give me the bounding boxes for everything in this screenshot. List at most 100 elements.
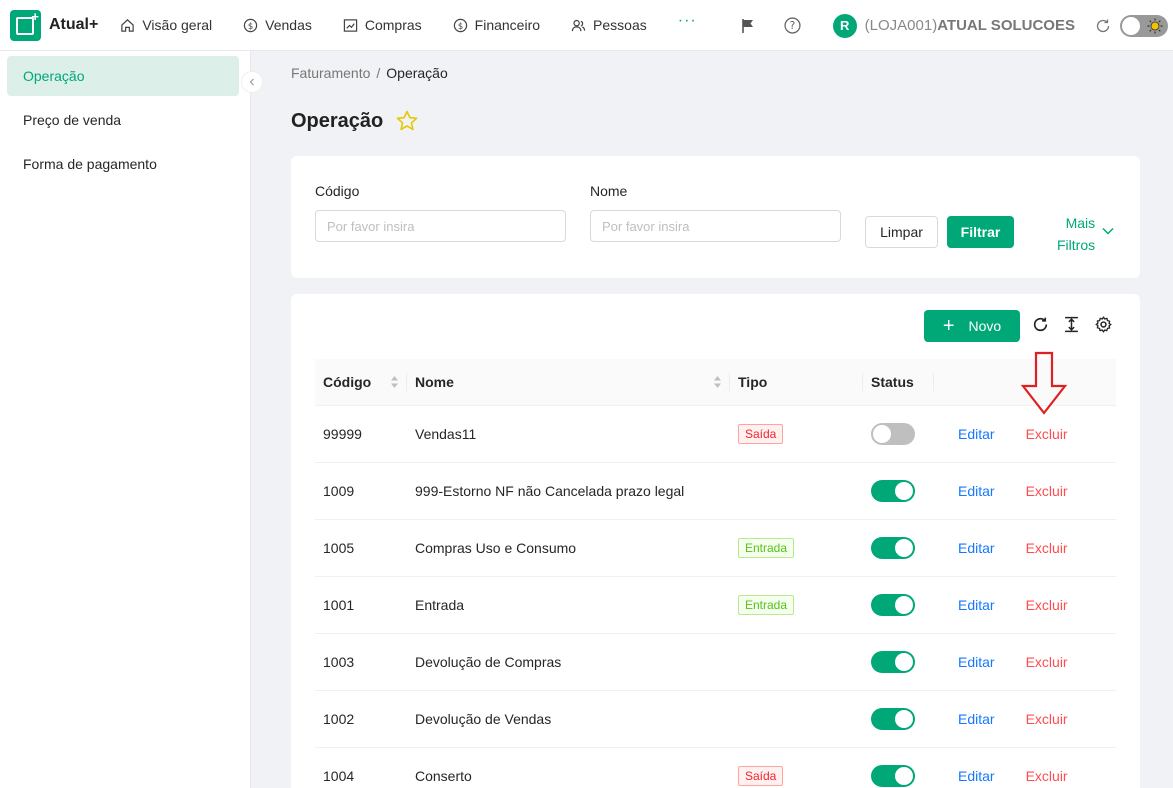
cell-nome: 999-Estorno NF não Cancelada prazo legal	[407, 462, 730, 520]
edit-link[interactable]: Editar	[958, 426, 995, 442]
column-height-icon[interactable]	[1063, 316, 1080, 333]
edit-link[interactable]: Editar	[958, 768, 995, 784]
cell-status	[863, 633, 934, 691]
store-name[interactable]: (LOJA001)ATUAL SOLUCOES	[865, 17, 1075, 34]
status-toggle[interactable]	[871, 536, 915, 559]
table-row: 1005 Compras Uso e Consumo Entrada Editar Ex…	[315, 519, 1116, 577]
filter-button[interactable]: Filtrar	[947, 216, 1014, 248]
plus-icon: +	[942, 315, 955, 337]
sidebar-item-preco-de-venda[interactable]: Preço de venda	[7, 100, 239, 140]
nome-input[interactable]	[590, 210, 841, 242]
cell-actions: Editar Excluir	[934, 576, 1116, 634]
type-tag: Entrada	[738, 537, 795, 558]
table-row: 1004 Conserto Saída Editar Excluir	[315, 747, 1116, 788]
delete-link[interactable]: Excluir	[1026, 540, 1068, 556]
column-header-tipo: Tipo	[730, 359, 863, 406]
sort-icon[interactable]	[390, 374, 399, 390]
status-toggle[interactable]	[871, 479, 915, 502]
svg-text:?: ?	[789, 19, 795, 32]
nav-item-visao-geral[interactable]: Visão geral	[120, 17, 212, 33]
column-header-nome[interactable]: Nome	[407, 359, 730, 406]
sidebar-item-operacao[interactable]: Operação	[7, 56, 239, 96]
cell-codigo: 1005	[315, 519, 407, 577]
cell-tipo	[730, 633, 863, 691]
sidebar-collapse-button[interactable]	[241, 71, 263, 93]
svg-text:$: $	[248, 20, 253, 30]
edit-link[interactable]: Editar	[958, 654, 995, 670]
clear-button[interactable]: Limpar	[865, 216, 938, 248]
refresh-icon[interactable]	[1032, 316, 1049, 333]
status-toggle[interactable]	[871, 707, 915, 730]
cell-status	[863, 462, 934, 520]
cell-nome: Devolução de Vendas	[407, 690, 730, 748]
table-header-row: Código Nome Tipo Status	[315, 359, 1116, 406]
cell-tipo: Entrada	[730, 519, 863, 577]
cell-status	[863, 690, 934, 748]
delete-link[interactable]: Excluir	[1026, 483, 1068, 499]
sidebar-item-forma-de-pagamento[interactable]: Forma de pagamento	[7, 144, 239, 184]
flag-icon[interactable]	[740, 18, 756, 34]
cell-status	[863, 519, 934, 577]
nav-item-financeiro[interactable]: $ Financeiro	[453, 17, 540, 33]
nav-item-vendas[interactable]: $ Vendas	[243, 17, 312, 33]
nav-item-pessoas[interactable]: Pessoas	[571, 17, 647, 33]
edit-link[interactable]: Editar	[958, 483, 995, 499]
cell-actions: Editar Excluir	[934, 747, 1116, 788]
users-icon	[571, 19, 586, 31]
table-row: 1001 Entrada Entrada Editar Excluir	[315, 576, 1116, 634]
avatar[interactable]: R	[832, 13, 857, 38]
cell-codigo: 1002	[315, 690, 407, 748]
breadcrumb: Faturamento / Operação	[291, 65, 448, 81]
add-new-button[interactable]: + Novo	[924, 310, 1020, 342]
column-header-codigo[interactable]: Código	[315, 359, 407, 406]
cell-codigo: 99999	[315, 405, 407, 463]
cell-status	[863, 576, 934, 634]
breadcrumb-current: Operação	[386, 65, 448, 81]
app-name: Atual+	[49, 16, 99, 33]
codigo-label: Código	[315, 183, 360, 199]
edit-link[interactable]: Editar	[958, 711, 995, 727]
cell-codigo: 1003	[315, 633, 407, 691]
type-tag: Saída	[738, 423, 784, 444]
status-toggle[interactable]	[871, 764, 915, 787]
cell-nome: Entrada	[407, 576, 730, 634]
more-filters-button[interactable]: Mais Filtros	[1057, 212, 1095, 256]
dollar-circle-icon: $	[453, 18, 467, 32]
cell-nome: Devolução de Compras	[407, 633, 730, 691]
nav-item-compras[interactable]: Compras	[343, 17, 422, 33]
delete-link[interactable]: Excluir	[1026, 426, 1068, 442]
star-icon[interactable]	[395, 109, 419, 133]
nav-more-button[interactable]: ···	[678, 12, 697, 30]
home-icon	[121, 18, 135, 32]
cell-status	[863, 405, 934, 463]
cell-status	[863, 747, 934, 788]
chart-line-icon	[343, 18, 358, 32]
breadcrumb-parent[interactable]: Faturamento	[291, 65, 370, 81]
sidebar: Operação Preço de venda Forma de pagamen…	[0, 51, 251, 788]
help-icon[interactable]: ?	[784, 17, 801, 34]
operations-table: Código Nome Tipo Status 99999 Vendas11 Saí…	[315, 359, 1116, 788]
status-toggle[interactable]	[871, 422, 915, 445]
sort-icon[interactable]	[713, 374, 722, 390]
table-panel: + Novo Código Nome Tipo Status 99999 Vend…	[291, 294, 1140, 788]
cell-nome: Vendas11	[407, 405, 730, 463]
chevron-down-icon[interactable]	[1101, 224, 1115, 238]
dollar-circle-icon: $	[243, 18, 258, 32]
status-toggle[interactable]	[871, 650, 915, 673]
delete-link[interactable]: Excluir	[1026, 768, 1068, 784]
delete-link[interactable]: Excluir	[1026, 654, 1068, 670]
cell-codigo: 1001	[315, 576, 407, 634]
refresh-icon[interactable]	[1095, 18, 1111, 34]
delete-link[interactable]: Excluir	[1026, 711, 1068, 727]
theme-toggle[interactable]	[1120, 14, 1168, 37]
annotation-arrow-down-icon	[1020, 351, 1068, 415]
delete-link[interactable]: Excluir	[1026, 597, 1068, 613]
cell-tipo	[730, 690, 863, 748]
edit-link[interactable]: Editar	[958, 540, 995, 556]
cell-actions: Editar Excluir	[934, 690, 1116, 748]
app-logo[interactable]: + Atual+	[10, 9, 99, 41]
gear-icon[interactable]	[1095, 316, 1112, 333]
edit-link[interactable]: Editar	[958, 597, 995, 613]
codigo-input[interactable]	[315, 210, 566, 242]
status-toggle[interactable]	[871, 593, 915, 616]
